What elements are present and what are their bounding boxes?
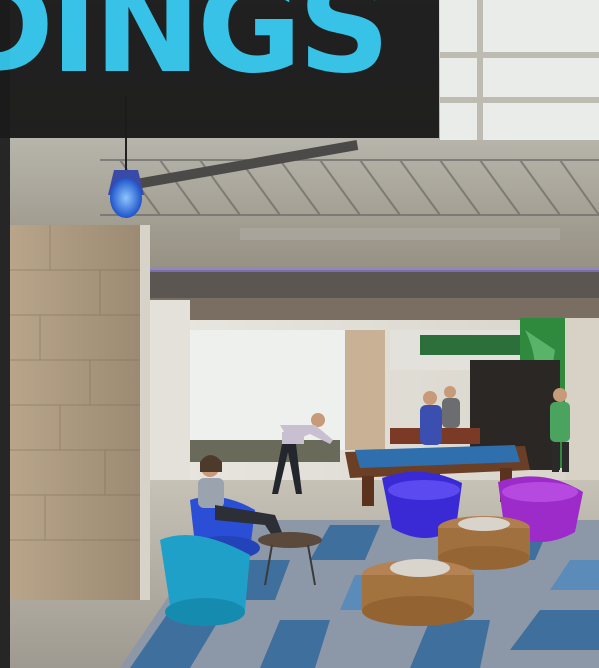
- stone-wall: [10, 225, 140, 600]
- banner-title: DINGS: [0, 0, 390, 102]
- teal-chair: [160, 535, 250, 626]
- pendant-lamp: [110, 178, 142, 218]
- title-banner: DINGS: [0, 0, 439, 138]
- cork-ottoman-front: [362, 559, 474, 626]
- cork-ottoman-back: [438, 516, 530, 570]
